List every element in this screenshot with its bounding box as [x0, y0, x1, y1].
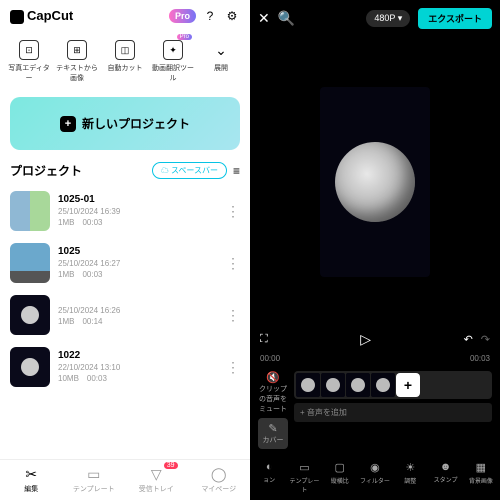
tool-text-to-image[interactable]: ⊞テキストから画像 [54, 36, 100, 87]
sort-icon[interactable]: ≡ [233, 164, 240, 178]
app-header: CapCut Pro ? ⚙ [0, 0, 250, 32]
nav-edit[interactable]: ✂編集 [0, 464, 63, 496]
project-thumbnail [10, 347, 50, 387]
project-item[interactable]: 1022 22/10/2024 13:10 10MB 00:03 ⋮ [0, 341, 250, 393]
preview-frame [320, 87, 430, 277]
close-icon[interactable]: ✕ [258, 10, 270, 27]
cover-button[interactable]: ✎カバー [258, 418, 288, 449]
app-logo: CapCut [10, 8, 73, 24]
project-item[interactable]: 25/10/2024 16:26 1MB 00:14 ⋮ [0, 289, 250, 341]
more-icon[interactable]: ⋮ [226, 359, 240, 376]
clip[interactable] [371, 373, 395, 397]
project-thumbnail [10, 191, 50, 231]
add-audio-button[interactable]: + 音声を追加 [294, 403, 492, 422]
tool-template[interactable]: ▭テンプレート [287, 461, 321, 494]
projects-title: プロジェクト [10, 162, 146, 179]
moon-image [335, 142, 415, 222]
tool-ratio[interactable]: ▢縦横比 [323, 461, 357, 494]
tool-photo-editor[interactable]: ⊡写真エディター [6, 36, 52, 87]
editor-header: ✕ 🔍 480P ▾ エクスポート [250, 0, 500, 37]
fullscreen-icon[interactable]: ⛶ [260, 333, 268, 346]
nav-templates[interactable]: ▭テンプレート [63, 464, 126, 496]
clip[interactable] [321, 373, 345, 397]
tools-row: ⊡写真エディター ⊞テキストから画像 ◫自動カット Pro✦動画翻訳ツール ⌄展… [0, 32, 250, 91]
tool-video-translate[interactable]: Pro✦動画翻訳ツール [150, 36, 196, 87]
more-icon[interactable]: ⋮ [226, 255, 240, 272]
new-project-button[interactable]: + 新しいプロジェクト [10, 97, 240, 150]
projects-header: プロジェクト ☁ スペースバー ≡ [0, 156, 250, 185]
bottom-nav: ✂編集 ▭テンプレート 39▽受信トレイ ◯マイページ [0, 459, 250, 500]
tool-filter[interactable]: ◉フィルター [358, 461, 392, 494]
add-clip-button[interactable]: + [396, 373, 420, 397]
more-icon[interactable]: ⋮ [226, 203, 240, 220]
editor-toolbar: ◐ョン ▭テンプレート ▢縦横比 ◉フィルター ☀調整 ☻スタンプ ▦背景画像 [250, 455, 500, 500]
project-thumbnail [10, 243, 50, 283]
clip[interactable] [346, 373, 370, 397]
preview-area[interactable] [250, 37, 500, 327]
export-button[interactable]: エクスポート [418, 8, 492, 29]
timecode: 00:00 00:03 [250, 352, 500, 365]
video-track[interactable]: + [294, 371, 492, 399]
tool-background[interactable]: ▦背景画像 [464, 461, 498, 494]
tool-transition[interactable]: ◐ョン [252, 461, 286, 494]
help-icon[interactable]: ? [202, 8, 218, 24]
project-item[interactable]: 1025 25/10/2024 16:27 1MB 00:03 ⋮ [0, 237, 250, 289]
undo-icon[interactable]: ↶ [464, 333, 473, 346]
plus-icon: + [60, 116, 76, 132]
player-controls: ⛶ ▷ ↶ ↷ [250, 327, 500, 352]
clip[interactable] [296, 373, 320, 397]
nav-mypage[interactable]: ◯マイページ [188, 464, 251, 496]
space-button[interactable]: ☁ スペースバー [152, 162, 227, 179]
tool-auto-cut[interactable]: ◫自動カット [102, 36, 148, 87]
play-button[interactable]: ▷ [276, 331, 456, 348]
timeline: 🔇クリップの音声をミュート ✎カバー + + 音声を追加 [250, 365, 500, 455]
mute-button[interactable]: 🔇クリップの音声をミュート [258, 371, 288, 414]
redo-icon[interactable]: ↷ [481, 333, 490, 346]
search-icon[interactable]: 🔍 [278, 10, 295, 27]
project-thumbnail [10, 295, 50, 335]
project-item[interactable]: 1025-01 25/10/2024 16:39 1MB 00:03 ⋮ [0, 185, 250, 237]
tool-stamp[interactable]: ☻スタンプ [428, 461, 462, 494]
tool-adjust[interactable]: ☀調整 [393, 461, 427, 494]
more-icon[interactable]: ⋮ [226, 307, 240, 324]
nav-inbox[interactable]: 39▽受信トレイ [125, 464, 188, 496]
settings-icon[interactable]: ⚙ [224, 8, 240, 24]
pro-badge[interactable]: Pro [169, 9, 196, 23]
resolution-button[interactable]: 480P ▾ [366, 10, 410, 27]
projects-list: 1025-01 25/10/2024 16:39 1MB 00:03 ⋮ 102… [0, 185, 250, 459]
tool-expand[interactable]: ⌄展開 [198, 36, 244, 87]
